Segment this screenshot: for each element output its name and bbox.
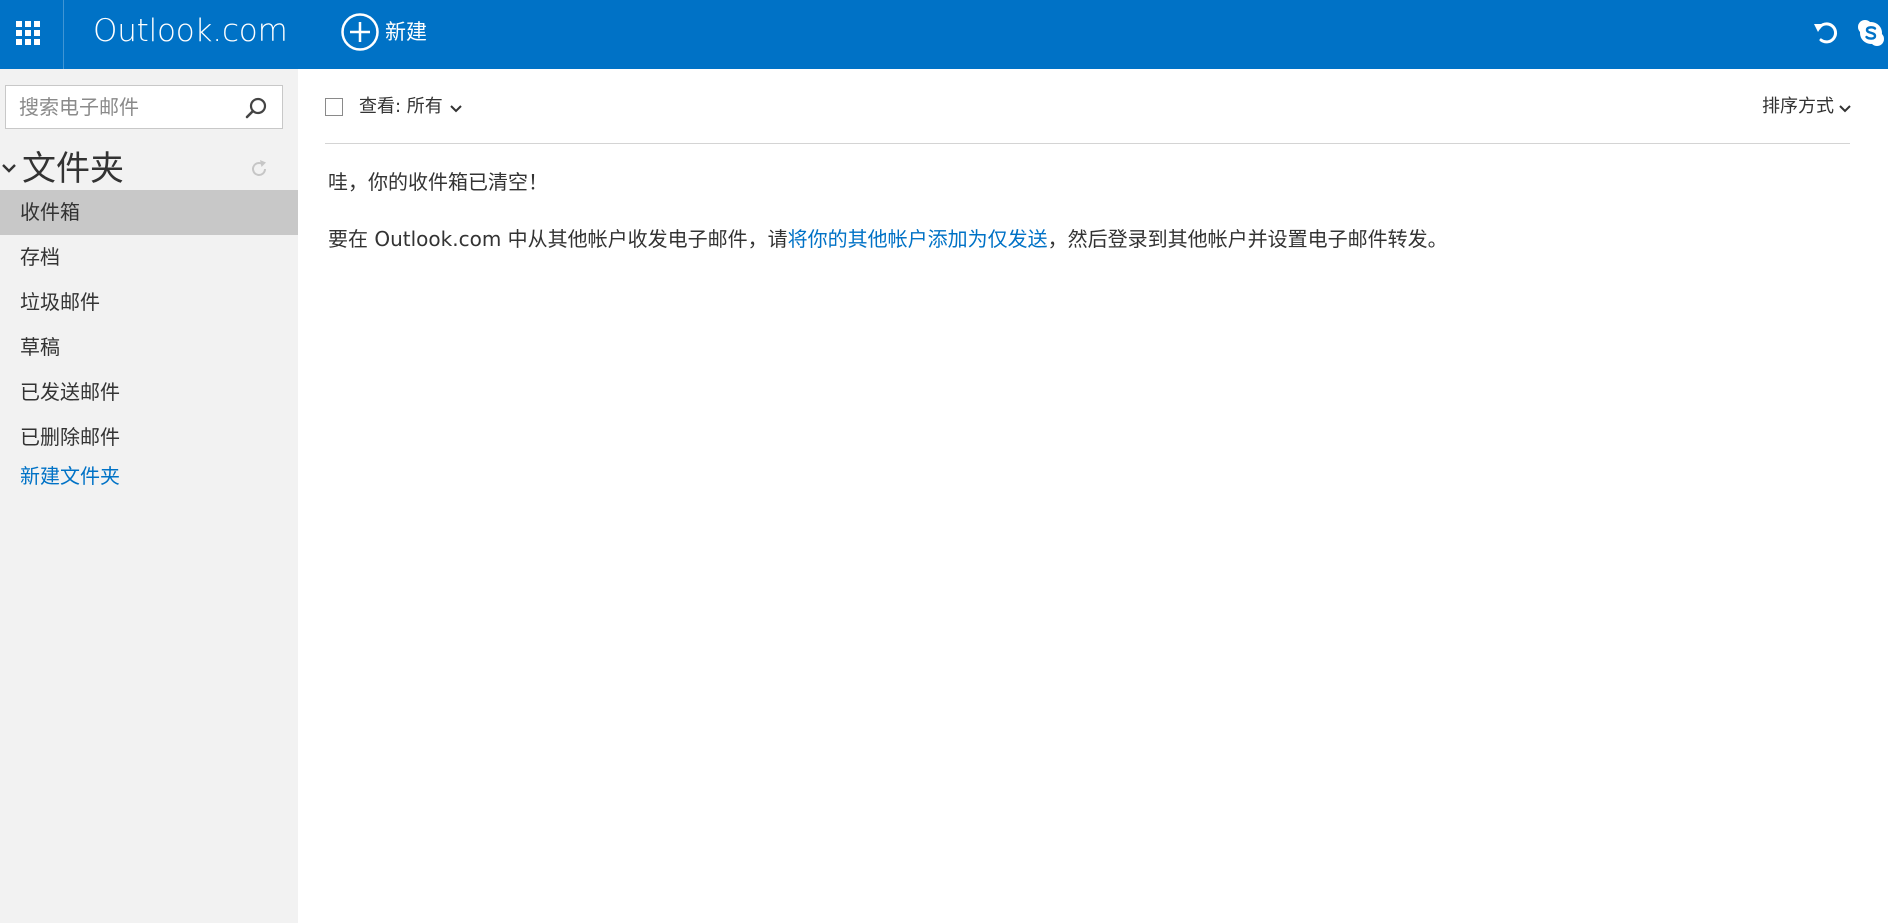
folder-item-deleted[interactable]: 已删除邮件 <box>0 415 298 460</box>
new-message-button[interactable]: 新建 <box>340 10 427 54</box>
search-icon[interactable] <box>244 96 268 120</box>
add-send-only-account-link[interactable]: 将你的其他帐户添加为仅发送 <box>788 227 1048 251</box>
app-launcher-button[interactable] <box>0 0 64 69</box>
chevron-down-icon <box>1839 105 1851 113</box>
undo-icon[interactable] <box>1812 19 1840 47</box>
top-bar: Outlook.com 新建 <box>0 0 1888 69</box>
folders-title[interactable]: 文件夹 <box>22 147 124 191</box>
select-all-checkbox[interactable] <box>325 98 343 116</box>
search-input[interactable] <box>6 86 249 128</box>
folder-item-drafts[interactable]: 草稿 <box>0 325 298 370</box>
message-list-pane: 查看: 所有 排序方式 哇，你的收件箱已清空！ 要在 Outlook.com 中… <box>298 69 1888 923</box>
view-filter-label: 查看: 所有 <box>359 96 443 117</box>
folder-list: 收件箱 存档 垃圾邮件 草稿 已发送邮件 已删除邮件 <box>0 190 298 460</box>
sort-label: 排序方式 <box>1762 96 1834 117</box>
sidebar: 文件夹 收件箱 存档 垃圾邮件 草稿 已发送邮件 已删除邮件 新建文件夹 <box>0 69 298 923</box>
new-folder-link[interactable]: 新建文件夹 <box>20 462 120 490</box>
chevron-down-icon[interactable] <box>0 159 18 177</box>
chevron-down-icon <box>450 105 462 113</box>
new-message-label: 新建 <box>385 20 427 44</box>
forwarding-info-prefix: 要在 Outlook.com 中从其他帐户收发电子邮件，请 <box>328 227 788 251</box>
toolbar-divider <box>325 143 1850 144</box>
folder-item-inbox[interactable]: 收件箱 <box>0 190 298 235</box>
search-box <box>5 85 283 129</box>
folder-item-sent[interactable]: 已发送邮件 <box>0 370 298 415</box>
forwarding-info-suffix: ，然后登录到其他帐户并设置电子邮件转发。 <box>1047 227 1448 251</box>
empty-inbox-message: 哇，你的收件箱已清空！ <box>328 170 548 194</box>
forwarding-info: 要在 Outlook.com 中从其他帐户收发电子邮件，请将你的其他帐户添加为仅… <box>328 225 1448 253</box>
view-filter-dropdown[interactable]: 查看: 所有 <box>359 94 463 120</box>
waffle-grid-icon <box>16 21 41 46</box>
plus-circle-icon <box>341 13 379 51</box>
folder-item-junk[interactable]: 垃圾邮件 <box>0 280 298 325</box>
sort-dropdown[interactable]: 排序方式 <box>1762 94 1852 120</box>
folders-header: 文件夹 <box>0 145 298 195</box>
brand-logo[interactable]: Outlook.com <box>93 11 288 51</box>
refresh-icon[interactable] <box>248 158 270 180</box>
skype-icon[interactable] <box>1857 19 1885 47</box>
folder-item-archive[interactable]: 存档 <box>0 235 298 280</box>
